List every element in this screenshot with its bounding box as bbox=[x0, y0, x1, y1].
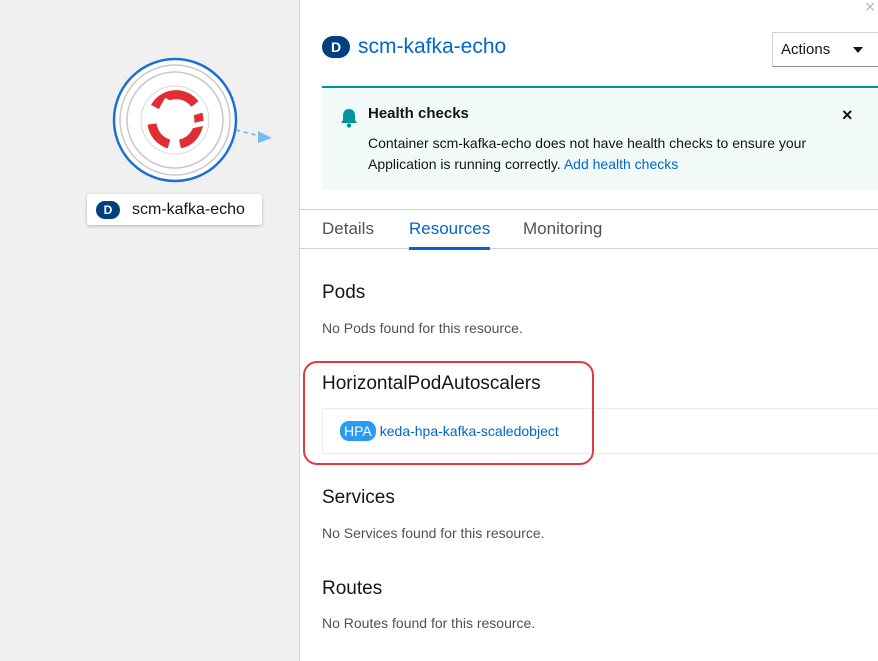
tab-details[interactable]: Details bbox=[322, 219, 374, 239]
add-health-checks-link[interactable]: Add health checks bbox=[564, 156, 678, 172]
actions-dropdown[interactable]: Actions bbox=[772, 32, 878, 67]
actions-label: Actions bbox=[781, 41, 831, 58]
deployment-badge: D bbox=[96, 200, 120, 219]
deployment-badge: D bbox=[322, 36, 350, 58]
caret-down-icon bbox=[853, 47, 863, 53]
connector-arrow bbox=[235, 129, 272, 143]
tab-monitoring[interactable]: Monitoring bbox=[523, 219, 602, 239]
hpa-list-item: HPA keda-hpa-kafka-scaledobject bbox=[322, 408, 878, 454]
health-checks-alert: Health checks × Container scm-kafka-echo… bbox=[322, 86, 878, 190]
page-title[interactable]: scm-kafka-echo bbox=[358, 35, 506, 59]
close-panel-button[interactable]: × bbox=[862, 0, 878, 16]
openshift-logo bbox=[140, 85, 210, 155]
pods-empty-text: No Pods found for this resource. bbox=[322, 320, 523, 336]
bell-icon bbox=[341, 109, 357, 128]
node-label[interactable]: D scm-kafka-echo bbox=[87, 194, 262, 225]
alert-close-button[interactable]: × bbox=[842, 106, 853, 124]
workload-node[interactable] bbox=[100, 52, 280, 192]
panel-header: D scm-kafka-echo bbox=[322, 35, 506, 59]
routes-empty-text: No Routes found for this resource. bbox=[322, 615, 536, 631]
pods-heading: Pods bbox=[322, 282, 366, 303]
tab-resources[interactable]: Resources bbox=[409, 219, 491, 250]
hpa-badge: HPA bbox=[340, 421, 376, 441]
hpa-heading: HorizontalPodAutoscalers bbox=[322, 373, 541, 394]
side-panel: × D scm-kafka-echo Actions Health checks… bbox=[300, 0, 878, 661]
alert-message: Container scm-kafka-echo does not have h… bbox=[368, 133, 848, 175]
tab-bar: Details Resources Monitoring bbox=[300, 209, 878, 250]
node-name: scm-kafka-echo bbox=[132, 200, 245, 218]
alert-title: Health checks bbox=[368, 105, 469, 122]
services-heading: Services bbox=[322, 487, 395, 508]
routes-heading: Routes bbox=[322, 578, 383, 599]
services-empty-text: No Services found for this resource. bbox=[322, 525, 545, 541]
topology-canvas[interactable]: D scm-kafka-echo bbox=[0, 0, 300, 661]
hpa-link[interactable]: keda-hpa-kafka-scaledobject bbox=[380, 423, 559, 439]
